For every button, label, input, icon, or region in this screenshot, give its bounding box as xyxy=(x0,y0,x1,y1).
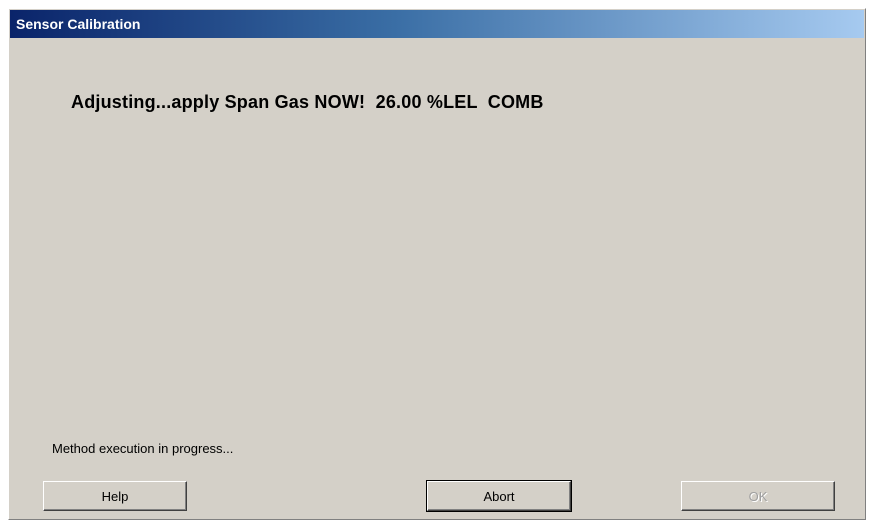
help-button-label: Help xyxy=(101,488,129,504)
calibration-message: Adjusting...apply Span Gas NOW! 26.00 %L… xyxy=(71,92,544,112)
ok-button-label: OK xyxy=(748,488,768,504)
abort-button-label: Abort xyxy=(483,488,515,504)
title-bar[interactable]: Sensor Calibration xyxy=(10,10,864,38)
abort-button[interactable]: Abort xyxy=(426,480,572,512)
help-button[interactable]: Help xyxy=(43,481,187,511)
ok-button: OK xyxy=(681,481,835,511)
sensor-calibration-dialog: Sensor Calibration Adjusting...apply Spa… xyxy=(8,8,866,520)
window-title: Sensor Calibration xyxy=(16,16,141,32)
status-text: Method execution in progress... xyxy=(52,441,234,456)
